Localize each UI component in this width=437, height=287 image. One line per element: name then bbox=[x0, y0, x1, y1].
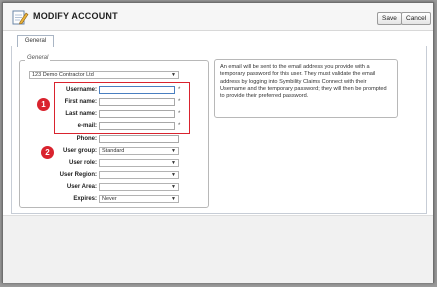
tab-general[interactable]: General bbox=[17, 35, 54, 47]
user-group-value: Standard bbox=[102, 148, 125, 154]
user-region-select[interactable]: ▼ bbox=[99, 171, 179, 179]
cancel-button[interactable]: Cancel bbox=[401, 12, 432, 25]
phone-input[interactable] bbox=[99, 135, 179, 143]
user-area-select[interactable]: ▼ bbox=[99, 183, 179, 191]
user-region-label: User Region: bbox=[59, 172, 97, 178]
chevron-down-icon: ▼ bbox=[171, 160, 176, 166]
modify-account-dialog: MODIFY ACCOUNT Save Cancel General Gener… bbox=[2, 2, 434, 283]
save-button[interactable]: Save bbox=[377, 12, 402, 25]
expires-value: Never bbox=[102, 196, 117, 202]
callout-badge-1: 1 bbox=[37, 98, 50, 111]
company-value: 123 Demo Contractor Ltd bbox=[32, 72, 94, 78]
general-legend: General bbox=[25, 55, 51, 61]
expires-select[interactable]: Never ▼ bbox=[99, 195, 179, 203]
edit-document-icon bbox=[12, 10, 29, 25]
email-info-note: An email will be sent to the email addre… bbox=[214, 59, 398, 118]
required-fields-highlight bbox=[54, 82, 190, 134]
dialog-empty-area bbox=[3, 215, 433, 283]
user-role-select[interactable]: ▼ bbox=[99, 159, 179, 167]
chevron-down-icon: ▼ bbox=[171, 196, 176, 202]
expires-label: Expires: bbox=[73, 196, 97, 202]
chevron-down-icon: ▼ bbox=[171, 148, 176, 154]
company-select[interactable]: 123 Demo Contractor Ltd ▼ bbox=[29, 71, 179, 79]
dialog-titlebar: MODIFY ACCOUNT Save Cancel bbox=[3, 3, 433, 31]
phone-label: Phone: bbox=[76, 136, 97, 142]
chevron-down-icon: ▼ bbox=[171, 72, 176, 78]
user-area-label: User Area: bbox=[66, 184, 97, 190]
user-role-label: User role: bbox=[68, 160, 97, 166]
chevron-down-icon: ▼ bbox=[171, 184, 176, 190]
dialog-title: MODIFY ACCOUNT bbox=[33, 11, 118, 21]
chevron-down-icon: ▼ bbox=[171, 172, 176, 178]
tab-strip: General bbox=[11, 35, 427, 50]
user-group-select[interactable]: Standard ▼ bbox=[99, 147, 179, 155]
user-group-label: User group: bbox=[62, 148, 97, 154]
